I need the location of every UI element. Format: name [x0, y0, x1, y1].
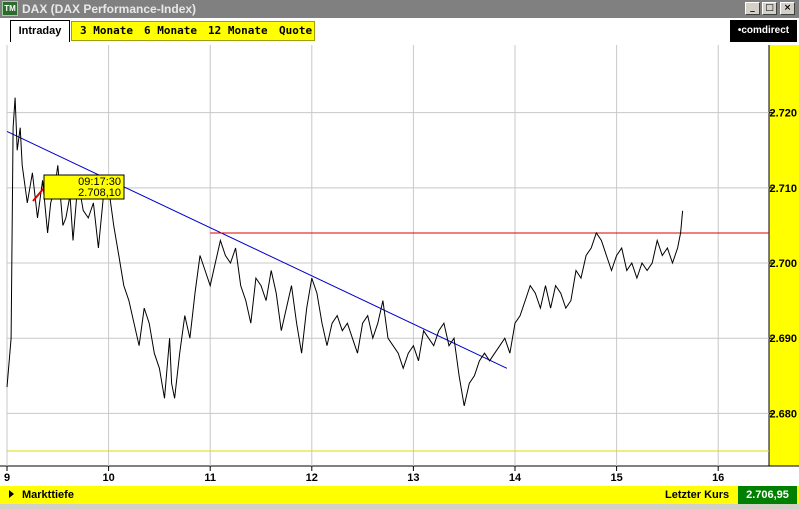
tab-quote[interactable]: Quote [279, 22, 312, 40]
app-icon: TM [2, 1, 18, 16]
tab-3-monate[interactable]: 3 Monate [80, 22, 133, 40]
x-tick-label: 14 [509, 472, 522, 484]
minimize-button[interactable]: _ [745, 2, 760, 15]
x-tick-label: 10 [102, 472, 114, 484]
x-tick-label: 11 [204, 472, 216, 484]
y-tick-label: 2.710 [769, 183, 797, 195]
title-bar: TM DAX (DAX Performance-Index) _ □ × [0, 0, 799, 18]
comdirect-logo: •comdirect [730, 20, 797, 42]
markttiefe-link[interactable]: Markttiefe [22, 486, 74, 504]
x-tick-label: 9 [4, 472, 10, 484]
footer-bar: Markttiefe Letzter Kurs 2.706,95 [0, 486, 799, 504]
trend-line[interactable] [6, 131, 508, 369]
toolbar: Intraday 3 Monate 6 Monate 12 Monate Quo… [0, 18, 799, 45]
x-tick-label: 15 [610, 472, 622, 484]
y-tick-label: 2.700 [769, 258, 797, 270]
x-tick-label: 13 [407, 472, 419, 484]
chart-area[interactable]: 9 10 11 12 13 14 15 16 2.680 2.690 2.700 2.710 2.72… [0, 45, 799, 486]
expand-arrow-icon[interactable] [9, 490, 14, 498]
tab-intraday[interactable]: Intraday [10, 20, 70, 42]
window-title: DAX (DAX Performance-Index) [22, 2, 197, 16]
tab-6-monate[interactable]: 6 Monate [144, 22, 197, 40]
period-tabs: 3 Monate 6 Monate 12 Monate Quote [71, 21, 315, 41]
tab-12-monate[interactable]: 12 Monate [208, 22, 268, 40]
maximize-button[interactable]: □ [762, 2, 777, 15]
y-tick-label: 2.720 [769, 108, 797, 120]
price-chart[interactable]: 9 10 11 12 13 14 15 16 2.680 2.690 2.700 2.710 2.72… [0, 45, 799, 486]
y-tick-label: 2.680 [769, 408, 797, 420]
last-price-label: Letzter Kurs [665, 489, 730, 501]
bottom-strip [0, 504, 799, 509]
tooltip: 09:17:30 2.708,10 [32, 174, 125, 202]
x-tick-label: 16 [712, 472, 724, 484]
close-button[interactable]: × [780, 2, 795, 15]
y-tick-label: 2.690 [769, 333, 797, 345]
last-price-value: 2.706,95 [738, 486, 797, 504]
tooltip-value: 2.708,10 [78, 187, 121, 199]
x-tick-label: 12 [306, 472, 318, 484]
